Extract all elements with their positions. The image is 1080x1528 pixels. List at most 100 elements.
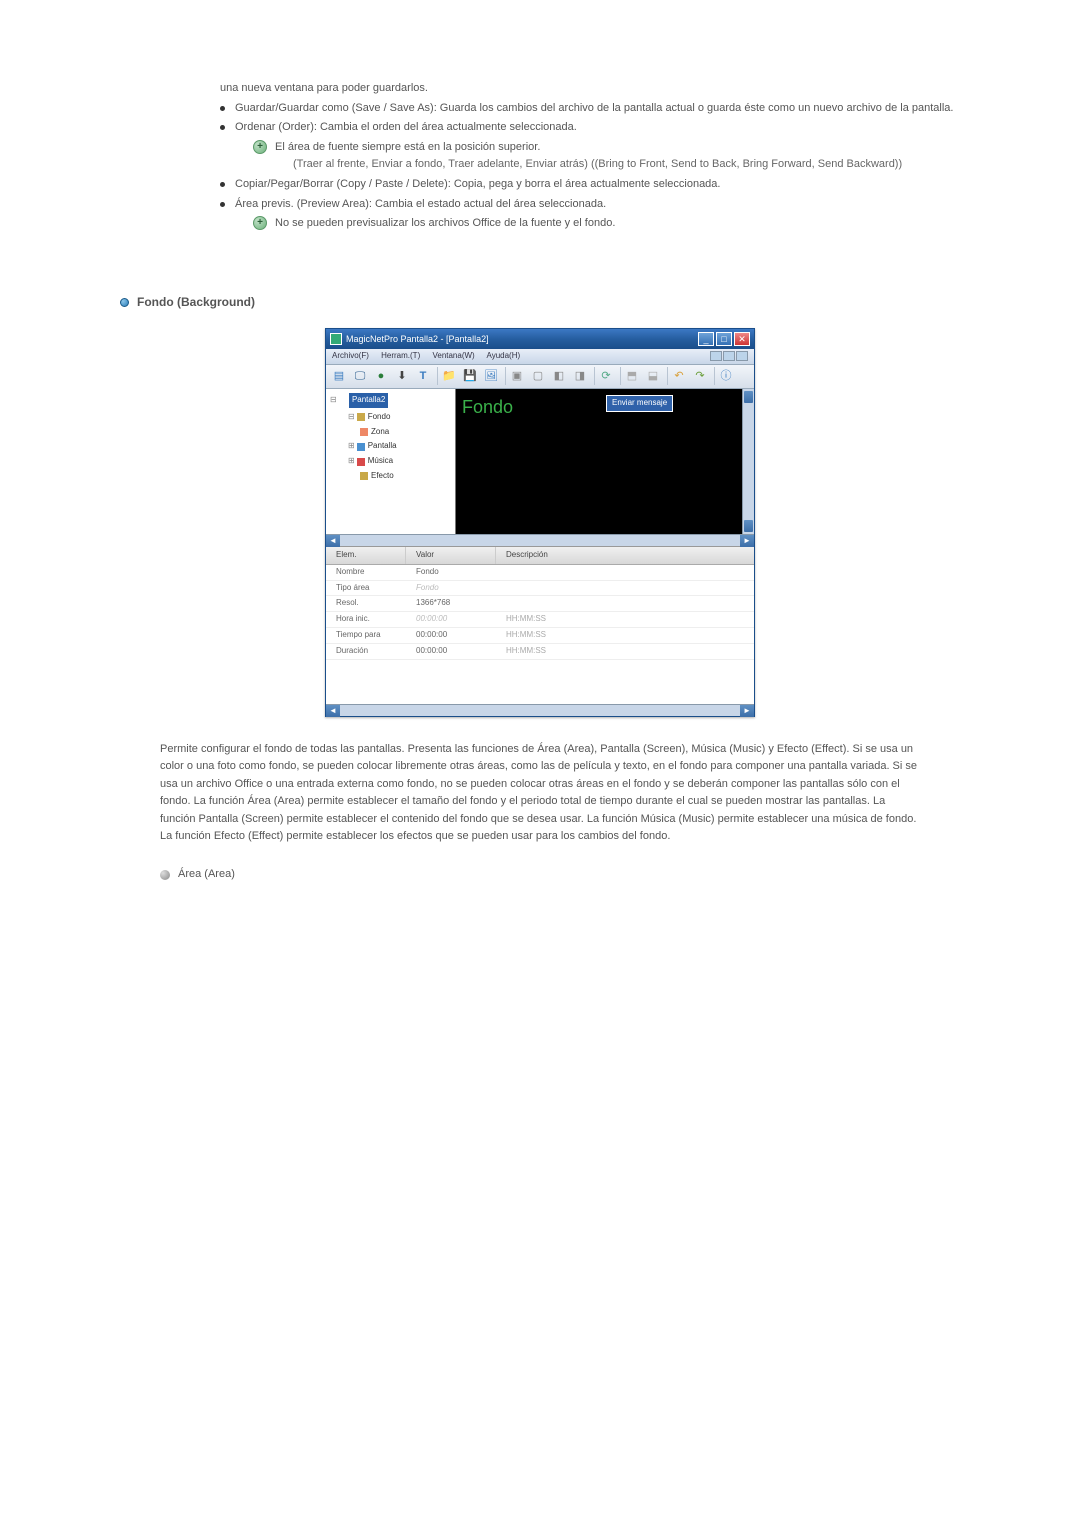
note-sub: (Traer al frente, Enviar a fondo, Traer …	[293, 156, 902, 174]
menubar: Archivo(F) Herram.(T) Ventana(W) Ayuda(H…	[326, 349, 754, 365]
tree-item-zona[interactable]: Zona	[360, 425, 453, 440]
toolbar-separator	[620, 367, 621, 385]
scroll-down-arrow[interactable]	[744, 520, 753, 532]
titlebar: MagicNetPro Pantalla2 - [Pantalla2] _ □ …	[326, 329, 754, 349]
grid-header: Elem. Valor Descripción	[326, 547, 754, 565]
tool-screen-icon[interactable]: ▤	[330, 367, 348, 385]
order-note: + El área de fuente siempre está en la p…	[253, 139, 960, 174]
scroll-up-arrow[interactable]	[744, 391, 753, 403]
section-dot-icon	[120, 298, 129, 307]
minimize-button[interactable]: _	[698, 332, 714, 346]
plus-icon: +	[253, 140, 267, 154]
sub-heading-label: Área (Area)	[178, 866, 235, 884]
horizontal-scrollbar-canvas[interactable]: ◄ ►	[326, 534, 754, 546]
screen-icon	[357, 443, 365, 451]
bullet-copy: Copiar/Pegar/Borrar (Copy / Paste / Dele…	[220, 176, 960, 194]
header-elem: Elem.	[326, 547, 406, 564]
tool-sendback-icon[interactable]: ⬓	[644, 367, 662, 385]
tool-globe-icon[interactable]: ●	[372, 367, 390, 385]
music-icon	[357, 458, 365, 466]
bullet-order: Ordenar (Order): Cambia el orden del áre…	[220, 119, 960, 174]
scroll-right-arrow[interactable]: ►	[740, 705, 754, 717]
properties-grid: Elem. Valor Descripción Nombre Fondo Tip…	[326, 546, 754, 704]
tool-refresh-icon[interactable]: ⟳	[597, 367, 615, 385]
tool-folder-icon[interactable]: 📁	[440, 367, 458, 385]
bullet-icon	[220, 106, 225, 111]
grid-row[interactable]: Duración 00:00:00 HH:MM:SS	[326, 644, 754, 660]
menu-file[interactable]: Archivo(F)	[332, 351, 369, 360]
toolbar: ▤ 🖵 ● ⬇ T 📁 💾 🖼 ▣ ▢ ◧ ◨ ⟳ ⬒ ⬓ ↶ ↷ ⓘ	[326, 365, 754, 389]
grid-row[interactable]: Tiempo para 00:00:00 HH:MM:SS	[326, 628, 754, 644]
tool-layer3-icon[interactable]: ◧	[550, 367, 568, 385]
mdi-min[interactable]	[710, 351, 722, 361]
tree-item-efecto[interactable]: Efecto	[360, 469, 453, 484]
bullet-text: Guardar/Guardar como (Save / Save As): G…	[235, 100, 960, 118]
menu-window[interactable]: Ventana(W)	[432, 351, 474, 360]
toolbar-separator	[437, 367, 438, 385]
menu-tools[interactable]: Herram.(T)	[381, 351, 420, 360]
tree-item-pantalla[interactable]: ⊞Pantalla	[348, 439, 453, 454]
scroll-right-arrow[interactable]: ►	[740, 535, 754, 547]
scroll-left-arrow[interactable]: ◄	[326, 535, 340, 547]
bullet-save: Guardar/Guardar como (Save / Save As): G…	[220, 100, 960, 118]
tool-bringfront-icon[interactable]: ⬒	[623, 367, 641, 385]
close-button[interactable]: ✕	[734, 332, 750, 346]
fondo-description: Permite configurar el fondo de todas las…	[160, 741, 920, 847]
tool-save-icon[interactable]: 💾	[461, 367, 479, 385]
bullet-icon	[220, 125, 225, 130]
canvas-pane[interactable]: Fondo Enviar mensaje	[456, 389, 754, 534]
tree-item-fondo[interactable]: ⊟Fondo	[348, 410, 453, 425]
tree-pane: ⊟ Pantalla2 ⊟Fondo Zona ⊞Pantalla ⊞Músic…	[326, 389, 456, 534]
tree-item-musica[interactable]: ⊞Música	[348, 454, 453, 469]
tool-help-icon[interactable]: ⓘ	[717, 367, 735, 385]
bullet-text: Área previs. (Preview Area): Cambia el e…	[235, 196, 960, 214]
folder-icon	[357, 413, 365, 421]
mdi-close[interactable]	[736, 351, 748, 361]
header-valor: Valor	[406, 547, 496, 564]
toolbar-separator	[667, 367, 668, 385]
mdi-controls	[709, 351, 748, 361]
mdi-max[interactable]	[723, 351, 735, 361]
tree-root[interactable]: Pantalla2	[349, 393, 388, 408]
grid-row[interactable]: Resol. 1366*768	[326, 596, 754, 612]
section-heading-fondo: Fondo (Background)	[120, 293, 960, 312]
sub-heading-area: Área (Area)	[160, 866, 960, 884]
tool-arrow-icon[interactable]: ⬇	[393, 367, 411, 385]
tool-undo-icon[interactable]: ↶	[670, 367, 688, 385]
horizontal-scrollbar-grid[interactable]: ◄ ►	[326, 704, 754, 716]
grid-row[interactable]: Hora inic. 00:00:00 HH:MM:SS	[326, 612, 754, 628]
tool-layer1-icon[interactable]: ▣	[508, 367, 526, 385]
scroll-left-arrow[interactable]: ◄	[326, 705, 340, 717]
maximize-button[interactable]: □	[716, 332, 732, 346]
bullet-text: Copiar/Pegar/Borrar (Copy / Paste / Dele…	[235, 176, 960, 194]
tool-redo-icon[interactable]: ↷	[691, 367, 709, 385]
toolbar-separator	[714, 367, 715, 385]
toolbar-separator	[505, 367, 506, 385]
menu-help[interactable]: Ayuda(H)	[487, 351, 521, 360]
grid-row[interactable]: Nombre Fondo	[326, 565, 754, 581]
preview-note: + No se pueden previsualizar los archivo…	[253, 215, 960, 233]
tool-image-icon[interactable]: 🖼	[482, 367, 500, 385]
canvas-label: Fondo	[462, 393, 513, 422]
note-text: El área de fuente siempre está en la pos…	[275, 139, 902, 157]
section-title: Fondo (Background)	[137, 293, 255, 312]
bullet-icon	[220, 202, 225, 207]
bullet-preview: Área previs. (Preview Area): Cambia el e…	[220, 196, 960, 233]
tool-layer4-icon[interactable]: ◨	[571, 367, 589, 385]
bullet-icon	[220, 182, 225, 187]
send-message-badge[interactable]: Enviar mensaje	[606, 395, 673, 412]
tool-text-icon[interactable]: T	[414, 367, 432, 385]
tool-monitor-icon[interactable]: 🖵	[351, 367, 369, 385]
note-text: No se pueden previsualizar los archivos …	[275, 215, 615, 233]
context-menu-description-list: una nueva ventana para poder guardarlos.…	[220, 80, 960, 233]
grid-empty-space	[326, 660, 754, 704]
work-area: ⊟ Pantalla2 ⊟Fondo Zona ⊞Pantalla ⊞Músic…	[326, 389, 754, 534]
bullet-text: Ordenar (Order): Cambia el orden del áre…	[235, 119, 960, 137]
effect-icon	[360, 472, 368, 480]
header-desc: Descripción	[496, 547, 754, 564]
vertical-scrollbar[interactable]	[742, 389, 754, 534]
intro-continuation: una nueva ventana para poder guardarlos.	[220, 80, 960, 98]
grid-row[interactable]: Tipo área Fondo	[326, 581, 754, 597]
tool-layer2-icon[interactable]: ▢	[529, 367, 547, 385]
plus-icon: +	[253, 216, 267, 230]
